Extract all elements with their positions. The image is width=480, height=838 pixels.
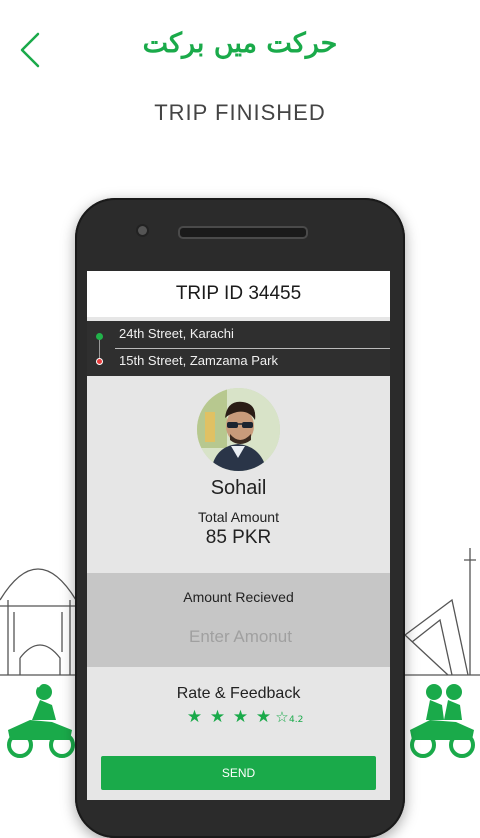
bike-rider-left-illustration [7, 681, 75, 758]
rate-feedback-label: Rate & Feedback [176, 685, 301, 702]
star-4-icon[interactable]: ★ [252, 707, 275, 727]
dropoff-address: 15th Street, Zamzama Park [119, 353, 278, 368]
red-dot-icon [96, 358, 103, 365]
phone-screen: TRIP ID 34455 24th Street, Karachi 15th … [87, 271, 390, 800]
pickup-address: 24th Street, Karachi [119, 326, 234, 341]
app-tagline-urdu: حرکت میں برکت [142, 28, 338, 59]
bike-rider-right-illustration [410, 684, 475, 758]
page-title: TRIP FINISHED [154, 100, 326, 125]
total-amount-label: Total Amount [198, 509, 279, 525]
phone-speaker [178, 226, 308, 239]
green-dot-icon [96, 333, 103, 340]
star-rating: ★ ★ ★ ★ ☆4.2 [183, 707, 303, 727]
route-panel: 24th Street, Karachi 15th Street, Zamzam… [87, 321, 390, 376]
amount-received-panel: Amount Recieved [87, 573, 390, 667]
total-amount-value: 85 PKR [205, 527, 272, 548]
amount-received-label: Amount Recieved [183, 589, 294, 605]
trip-id-title: TRIP ID 34455 [87, 271, 390, 317]
star-1-icon[interactable]: ★ [183, 707, 206, 727]
star-3-icon[interactable]: ★ [229, 707, 252, 727]
star-5-icon[interactable]: ☆ [275, 708, 289, 726]
phone-camera [138, 226, 147, 235]
rating-value: 4.2 [289, 715, 304, 725]
route-divider [115, 348, 390, 349]
driver-name: Sohail [210, 477, 267, 499]
driver-avatar [197, 388, 280, 471]
star-2-icon[interactable]: ★ [206, 707, 229, 727]
send-button[interactable]: SEND [101, 756, 376, 790]
driver-photo [197, 388, 280, 471]
amount-input[interactable] [127, 621, 354, 653]
